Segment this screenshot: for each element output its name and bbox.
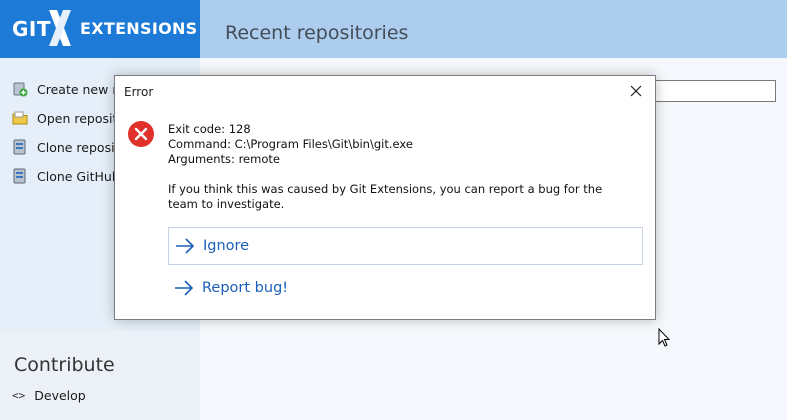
arrow-right-icon	[176, 238, 195, 254]
app-logo: GIT EXTENSIONS	[0, 0, 200, 58]
arguments-text: Arguments: remote	[168, 152, 280, 166]
ignore-label: Ignore	[203, 238, 250, 254]
search-input[interactable]	[650, 80, 776, 102]
command-text: Command: C:\Program Files\Git\bin\git.ex…	[168, 137, 413, 151]
error-icon	[128, 121, 154, 147]
dialog-title: Error	[124, 85, 154, 99]
bug-report-message: If you think this was caused by Git Exte…	[168, 182, 603, 211]
report-bug-button[interactable]: Report bug!	[168, 269, 643, 307]
sidebar-item-open-repo[interactable]: Open repositor	[12, 107, 130, 129]
exit-code-text: Exit code: 128	[168, 122, 251, 136]
logo-extensions-text: EXTENSIONS	[80, 19, 198, 38]
mouse-cursor-icon	[658, 328, 670, 347]
report-bug-label: Report bug!	[202, 280, 289, 296]
close-button[interactable]	[624, 80, 648, 102]
ignore-button[interactable]: Ignore	[168, 227, 643, 265]
clone-repo-icon	[12, 139, 28, 155]
contribute-heading: Contribute	[14, 354, 115, 376]
error-dialog: Error Exit code: 128 Command: C:\Program…	[114, 75, 656, 320]
arrow-right-icon	[175, 280, 194, 296]
sidebar-item-label: Develop	[34, 388, 86, 403]
page-header: Recent repositories	[200, 0, 787, 58]
page-title: Recent repositories	[225, 22, 409, 44]
create-repo-icon	[12, 81, 28, 97]
open-folder-icon	[12, 110, 28, 126]
clone-github-icon	[12, 168, 28, 184]
sidebar-item-clone-github[interactable]: Clone GitHub r	[12, 165, 129, 187]
logo-x-icon	[49, 10, 71, 46]
code-icon: <>	[12, 389, 26, 402]
sidebar-item-clone-repo[interactable]: Clone reposito	[12, 136, 127, 158]
close-icon	[630, 85, 642, 97]
sidebar-item-develop[interactable]: <> Develop	[12, 388, 86, 403]
